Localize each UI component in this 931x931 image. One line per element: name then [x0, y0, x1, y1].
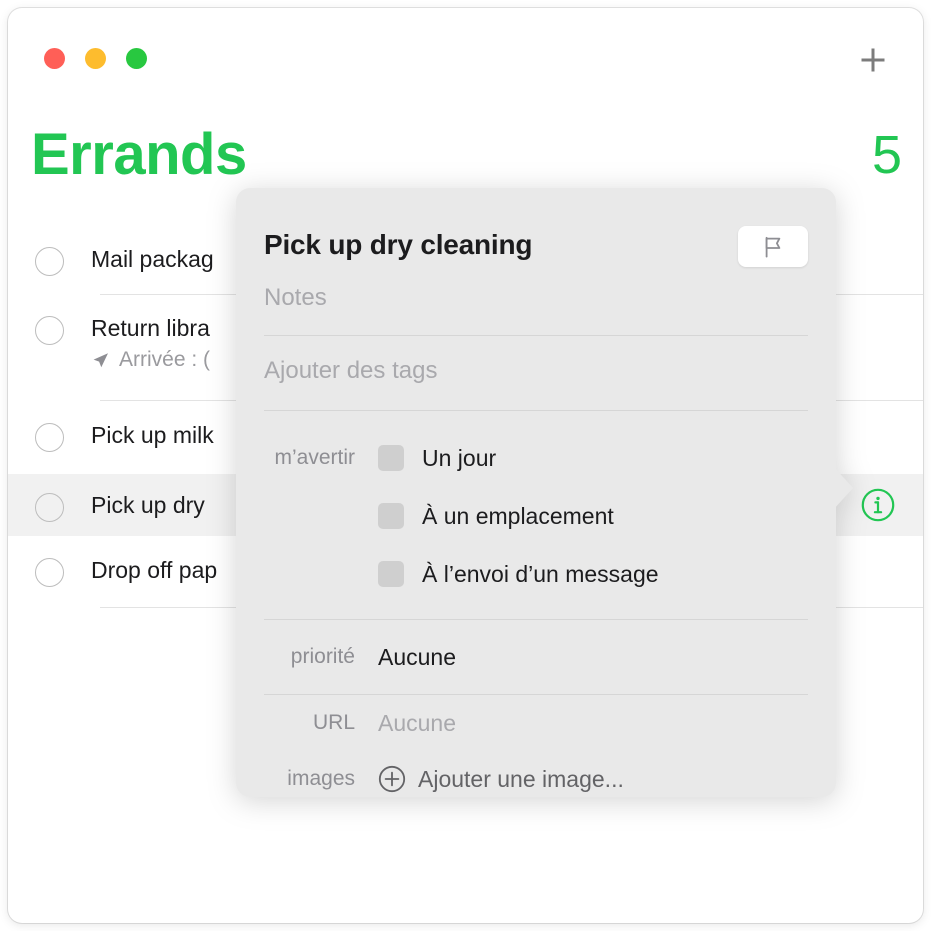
alert-option-label: À l’envoi d’un message	[422, 561, 659, 587]
popover-pointer	[833, 466, 853, 510]
flag-button[interactable]	[738, 226, 808, 267]
screenshot-root: Errands 5 Mail packag Return libra Arriv…	[0, 0, 931, 931]
add-image-button[interactable]: Ajouter une image...	[378, 765, 624, 793]
complete-circle[interactable]	[35, 316, 64, 345]
alert-option-row[interactable]: À l’envoi d’un message	[236, 545, 836, 603]
images-label: images	[287, 767, 355, 790]
priority-value[interactable]: Aucune	[378, 644, 456, 671]
close-window-button[interactable]	[44, 48, 65, 69]
alert-option-label: À un emplacement	[422, 503, 614, 529]
flag-icon	[760, 234, 786, 260]
complete-circle[interactable]	[35, 423, 64, 452]
zoom-window-button[interactable]	[126, 48, 147, 69]
add-reminder-button[interactable]	[853, 40, 893, 80]
page-title: Errands	[31, 122, 247, 187]
alert-checkbox-un-jour[interactable]	[378, 445, 404, 471]
images-row[interactable]: images Ajouter une image...	[236, 751, 836, 807]
traffic-light-controls	[44, 48, 147, 69]
alert-option-label: Un jour	[422, 445, 497, 471]
alert-options-group: m’avertir Un jour À un emplacement À l’e…	[236, 411, 836, 619]
minimize-window-button[interactable]	[85, 48, 106, 69]
url-row[interactable]: URL Aucune	[236, 695, 836, 751]
popover-header: Pick up dry cleaning	[264, 188, 808, 267]
url-label: URL	[312, 711, 355, 734]
reminder-details-popover: Pick up dry cleaning Notes Ajouter des t…	[236, 188, 856, 813]
priority-label: priorité	[290, 645, 355, 668]
alert-option-row[interactable]: À un emplacement	[236, 487, 836, 545]
window-titlebar	[8, 8, 923, 100]
url-value[interactable]: Aucune	[378, 710, 456, 737]
priority-row[interactable]: priorité Aucune	[236, 620, 836, 694]
reminder-subtitle-text: Arrivée : (	[119, 348, 211, 371]
alert-group-label: m’avertir	[274, 446, 355, 469]
add-image-label: Ajouter une image...	[418, 765, 624, 792]
alert-checkbox-emplacement[interactable]	[378, 503, 404, 529]
alert-option-row[interactable]: m’avertir Un jour	[236, 429, 836, 487]
complete-circle[interactable]	[35, 558, 64, 587]
popover-title: Pick up dry cleaning	[264, 229, 533, 260]
complete-circle[interactable]	[35, 247, 64, 276]
info-circle-icon	[860, 487, 896, 523]
notes-input[interactable]: Notes	[264, 267, 808, 335]
reminder-count: 5	[871, 125, 902, 185]
tags-input[interactable]: Ajouter des tags	[264, 336, 808, 410]
reminder-info-button[interactable]	[860, 487, 896, 523]
complete-circle[interactable]	[35, 493, 64, 522]
plus-icon	[858, 45, 888, 75]
location-arrow-icon	[91, 351, 110, 370]
plus-circle-icon	[378, 765, 406, 793]
alert-checkbox-message[interactable]	[378, 561, 404, 587]
